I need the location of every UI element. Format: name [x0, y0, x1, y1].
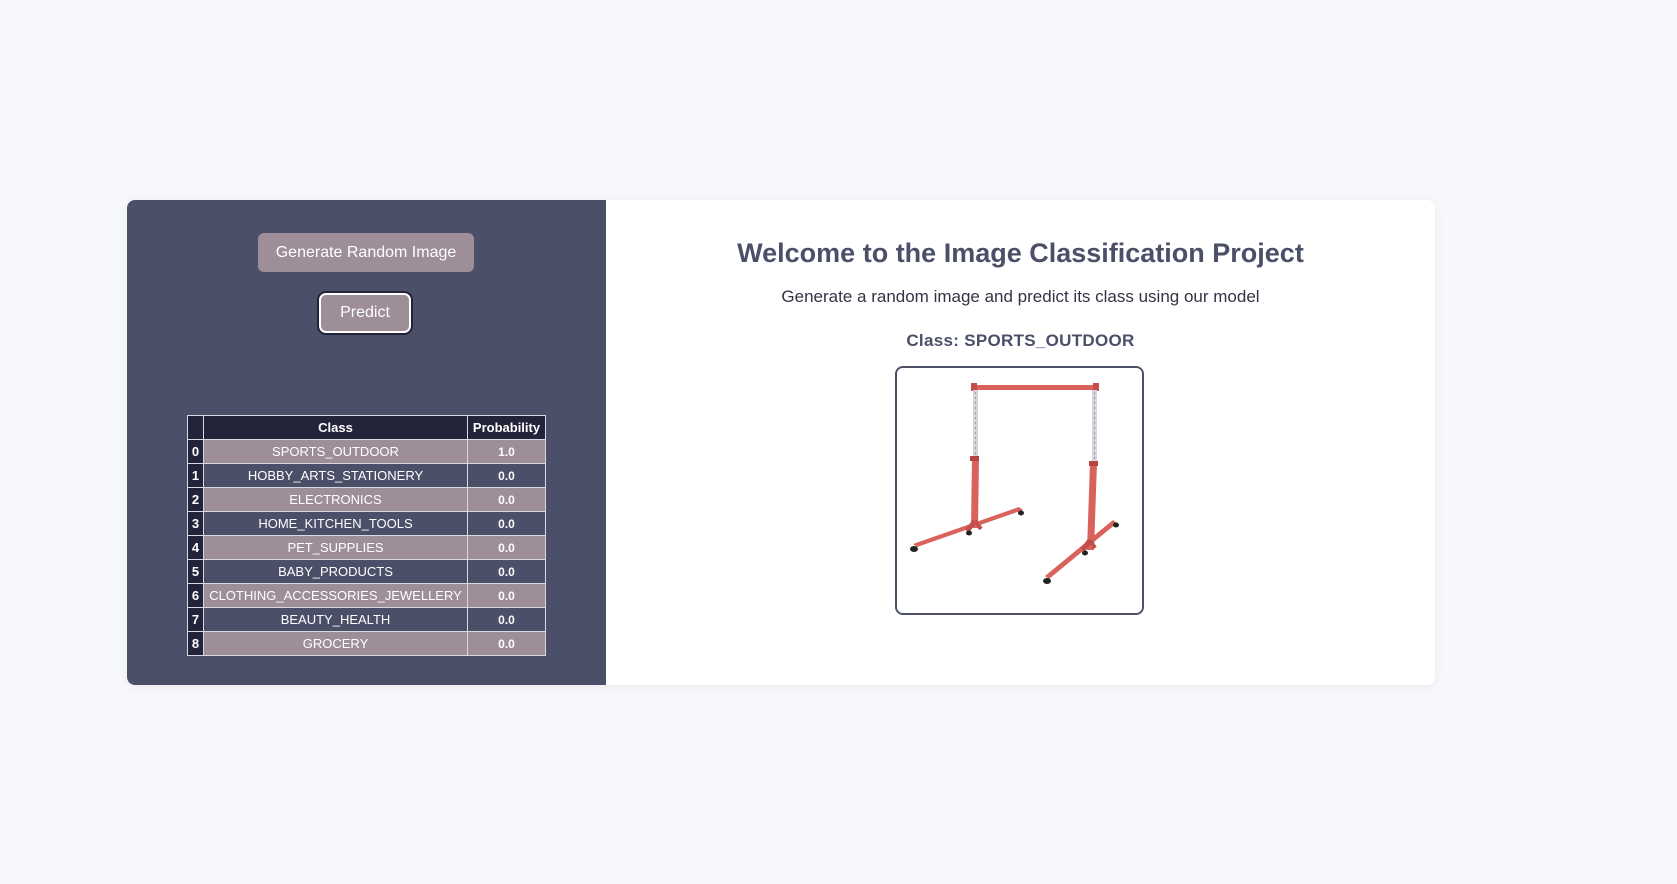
row-index: 2	[187, 487, 204, 512]
row-index: 7	[187, 607, 204, 632]
row-probability: 0.0	[467, 511, 546, 536]
row-index: 5	[187, 559, 204, 584]
row-index: 1	[187, 463, 204, 488]
gymnastics-bar-image	[897, 368, 1142, 613]
row-probability: 0.0	[467, 583, 546, 608]
table-header-row: Class Probability	[187, 415, 546, 440]
row-probability: 0.0	[467, 631, 546, 656]
table-row: 2 ELECTRONICS 0.0	[187, 487, 546, 512]
main-panel: Welcome to the Image Classification Proj…	[606, 200, 1435, 685]
row-class: HOME_KITCHEN_TOOLS	[203, 511, 468, 536]
table-header-class: Class	[203, 415, 468, 440]
app-card: Generate Random Image Predict Class Prob…	[127, 200, 1435, 685]
table-header-probability: Probability	[467, 415, 546, 440]
row-probability: 0.0	[467, 559, 546, 584]
table-row: 0 SPORTS_OUTDOOR 1.0	[187, 439, 546, 464]
row-probability: 0.0	[467, 463, 546, 488]
row-probability: 0.0	[467, 487, 546, 512]
row-probability: 0.0	[467, 535, 546, 560]
table-row: 4 PET_SUPPLIES 0.0	[187, 535, 546, 560]
table-row: 6 CLOTHING_ACCESSORIES_JEWELLERY 0.0	[187, 583, 546, 608]
row-class: BEAUTY_HEALTH	[203, 607, 468, 632]
predict-button[interactable]: Predict	[319, 293, 411, 333]
probability-table: Class Probability 0 SPORTS_OUTDOOR 1.0 1…	[187, 415, 546, 656]
row-index: 0	[187, 439, 204, 464]
row-class: SPORTS_OUTDOOR	[203, 439, 468, 464]
row-class: ELECTRONICS	[203, 487, 468, 512]
page-subtitle: Generate a random image and predict its …	[781, 287, 1260, 306]
row-index: 4	[187, 535, 204, 560]
row-index: 8	[187, 631, 204, 656]
table-row: 7 BEAUTY_HEALTH 0.0	[187, 607, 546, 632]
row-index: 6	[187, 583, 204, 608]
table-row: 5 BABY_PRODUCTS 0.0	[187, 559, 546, 584]
row-class: PET_SUPPLIES	[203, 535, 468, 560]
generate-random-image-button[interactable]: Generate Random Image	[258, 233, 474, 272]
row-probability: 1.0	[467, 439, 546, 464]
row-class: HOBBY_ARTS_STATIONERY	[203, 463, 468, 488]
predicted-class-label: Class: SPORTS_OUTDOOR	[906, 331, 1135, 350]
table-row: 1 HOBBY_ARTS_STATIONERY 0.0	[187, 463, 546, 488]
page-title: Welcome to the Image Classification Proj…	[737, 238, 1304, 268]
table-row: 3 HOME_KITCHEN_TOOLS 0.0	[187, 511, 546, 536]
sidebar: Generate Random Image Predict Class Prob…	[127, 200, 606, 685]
row-probability: 0.0	[467, 607, 546, 632]
table-row: 8 GROCERY 0.0	[187, 631, 546, 656]
row-class: GROCERY	[203, 631, 468, 656]
product-image	[895, 366, 1144, 615]
table-header-index	[187, 415, 204, 440]
row-index: 3	[187, 511, 204, 536]
row-class: CLOTHING_ACCESSORIES_JEWELLERY	[203, 583, 468, 608]
row-class: BABY_PRODUCTS	[203, 559, 468, 584]
